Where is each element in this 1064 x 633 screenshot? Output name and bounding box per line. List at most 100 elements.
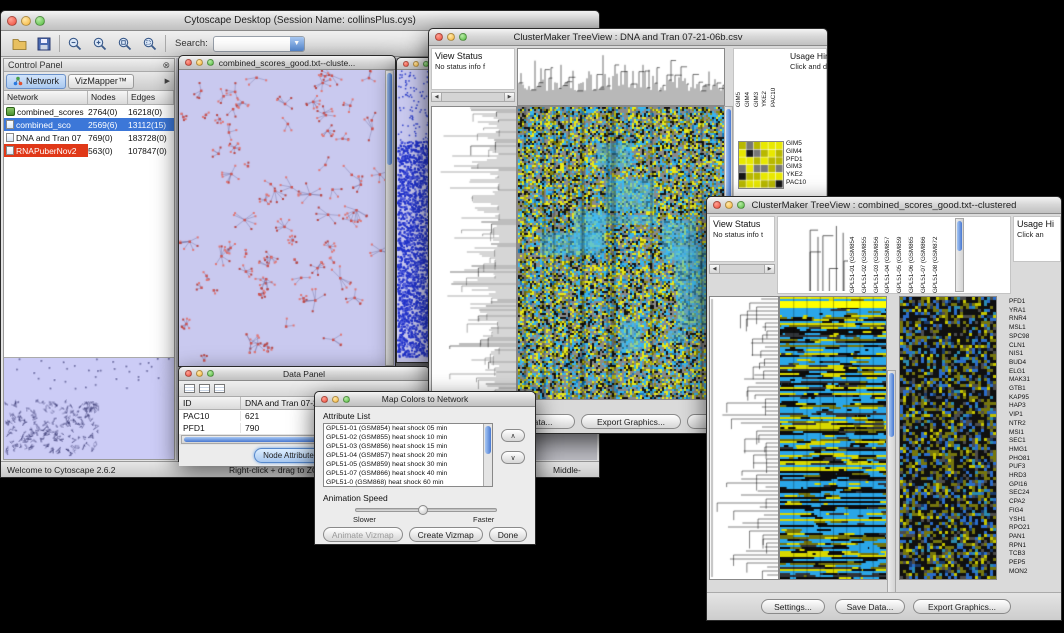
close-panel-icon[interactable]: ⊗	[162, 61, 170, 70]
export-graphics-button[interactable]: Export Graphics...	[581, 414, 681, 429]
zoom-button[interactable]	[207, 59, 214, 66]
gene-label[interactable]: PEP5	[1009, 559, 1061, 568]
column-dendrogram[interactable]	[782, 223, 848, 291]
gene-label[interactable]: GPI16	[1009, 481, 1061, 490]
zoom-button[interactable]	[459, 33, 467, 41]
minimize-button[interactable]	[332, 396, 339, 403]
dropdown-arrow-icon[interactable]: ▼	[290, 37, 304, 51]
close-button[interactable]	[403, 61, 409, 67]
network-graph[interactable]	[179, 70, 385, 366]
gene-label[interactable]: PHO81	[1009, 455, 1061, 464]
attribute-item[interactable]: GPL51-04 (GSM857) heat shock 20 min	[326, 451, 483, 460]
zoom-button[interactable]	[737, 201, 745, 209]
minimize-button[interactable]	[21, 16, 31, 26]
attribute-item[interactable]: GPL51-05 (GSM859) heat shock 30 min	[326, 460, 483, 469]
gene-label[interactable]: CPA2	[1009, 498, 1061, 507]
scroll-right-icon[interactable]: ▶	[504, 93, 514, 101]
minimize-button[interactable]	[447, 33, 455, 41]
secondary-heatmap[interactable]	[899, 296, 997, 580]
titlebar[interactable]: combined_scores_good.txt--cluste...	[179, 56, 395, 70]
animation-speed-slider[interactable]	[355, 508, 497, 512]
move-down-button[interactable]: ∨	[501, 451, 525, 464]
gene-label[interactable]: KAP95	[1009, 394, 1061, 403]
zoom-button[interactable]	[35, 16, 45, 26]
gene-label[interactable]: CLN1	[1009, 342, 1061, 351]
gene-label[interactable]: BUD4	[1009, 359, 1061, 368]
attribute-item[interactable]: GPL51-0 (GSM868) heat shock 60 min	[326, 478, 483, 486]
network-overview-thumbnail[interactable]	[4, 357, 174, 459]
gene-label[interactable]: HMG1	[1009, 446, 1061, 455]
minimize-button[interactable]	[196, 59, 203, 66]
column-scrollbar[interactable]	[955, 218, 964, 292]
network-row[interactable]: DNA and Tran 07 769(0) 183728(0)	[4, 131, 174, 144]
gene-label[interactable]: YRA1	[1009, 307, 1061, 316]
vertical-scrollbar[interactable]	[385, 70, 394, 366]
open-file-icon[interactable]	[9, 34, 29, 54]
network-row[interactable]: combined_sco 2569(6) 13112(15)	[4, 118, 174, 131]
close-button[interactable]	[185, 59, 192, 66]
gene-label[interactable]: YSH1	[1009, 516, 1061, 525]
gene-label[interactable]: SEC1	[1009, 437, 1061, 446]
dendrogram-nav-scrollbar[interactable]: ◀ ▶	[709, 264, 775, 274]
move-up-button[interactable]: ∧	[501, 429, 525, 442]
save-data-button[interactable]: Save Data...	[835, 599, 905, 614]
header-edges[interactable]: Edges	[128, 91, 174, 104]
gene-label[interactable]: NTR2	[1009, 420, 1061, 429]
gene-label[interactable]: PFD1	[1009, 298, 1061, 307]
gene-label[interactable]: HRD3	[1009, 472, 1061, 481]
gene-label[interactable]: MAK31	[1009, 376, 1061, 385]
attribute-item[interactable]: GPL51-01 (GSM854) heat shock 05 min	[326, 424, 483, 433]
dialog-button[interactable]: Create Vizmap	[409, 527, 483, 542]
gene-label[interactable]: MON2	[1009, 568, 1061, 577]
gene-label[interactable]: TCB3	[1009, 550, 1061, 559]
gene-label[interactable]: NIS1	[1009, 350, 1061, 359]
gene-label[interactable]: GTB1	[1009, 385, 1061, 394]
close-button[interactable]	[435, 33, 443, 41]
heatmap-scrollbar[interactable]	[887, 370, 896, 620]
slider-thumb[interactable]	[418, 505, 428, 515]
gene-label[interactable]: HAP3	[1009, 402, 1061, 411]
gene-label[interactable]: FIG4	[1009, 507, 1061, 516]
tab-network[interactable]: Network	[6, 74, 66, 89]
scroll-left-icon[interactable]: ◀	[710, 265, 720, 273]
zoom-out-icon[interactable]	[65, 34, 85, 54]
zoom-button[interactable]	[343, 396, 350, 403]
tab-overflow-arrow-icon[interactable]: ▶	[165, 77, 172, 85]
close-button[interactable]	[713, 201, 721, 209]
zoom-button[interactable]	[207, 370, 214, 377]
header-nodes[interactable]: Nodes	[88, 91, 128, 104]
network-row[interactable]: combined_scores 2764(0) 16218(0)	[4, 105, 174, 118]
list-scrollbar[interactable]	[483, 424, 492, 486]
gene-label[interactable]: MSL1	[1009, 324, 1061, 333]
minimize-button[interactable]	[196, 370, 203, 377]
gene-label[interactable]: RNR4	[1009, 315, 1061, 324]
dialog-button[interactable]: Done	[489, 527, 527, 542]
gene-label[interactable]: SEC24	[1009, 489, 1061, 498]
settings-button[interactable]: Settings...	[761, 599, 825, 614]
scroll-right-icon[interactable]: ▶	[764, 265, 774, 273]
minimize-button[interactable]	[725, 201, 733, 209]
column-dendrogram[interactable]	[517, 48, 725, 106]
titlebar[interactable]: ClusterMaker TreeView : combined_scores_…	[707, 197, 1061, 214]
select-attributes-icon[interactable]	[184, 384, 195, 393]
correlation-matrix[interactable]	[738, 141, 784, 189]
tab-vizmapper[interactable]: VizMapper™	[68, 74, 134, 89]
row-dendrogram[interactable]	[431, 106, 517, 400]
export-graphics-button[interactable]: Export Graphics...	[913, 599, 1011, 614]
close-button[interactable]	[321, 396, 328, 403]
gene-label[interactable]: MSI1	[1009, 429, 1061, 438]
zoom-in-icon[interactable]	[90, 34, 110, 54]
gene-label[interactable]: RPN1	[1009, 542, 1061, 551]
scroll-left-icon[interactable]: ◀	[432, 93, 442, 101]
expression-heatmap[interactable]	[779, 296, 887, 580]
create-attribute-icon[interactable]	[199, 384, 210, 393]
gene-label[interactable]: RPO21	[1009, 524, 1061, 533]
header-id[interactable]: ID	[179, 397, 241, 409]
attribute-item[interactable]: GPL51-07 (GSM866) heat shock 40 min	[326, 469, 483, 478]
gene-label[interactable]: VIP1	[1009, 411, 1061, 420]
gene-label[interactable]: ELG1	[1009, 368, 1061, 377]
minimize-button[interactable]	[413, 61, 419, 67]
zoom-selected-icon[interactable]	[140, 34, 160, 54]
titlebar[interactable]: ClusterMaker TreeView : DNA and Tran 07-…	[429, 29, 827, 46]
gene-label[interactable]: PAN1	[1009, 533, 1061, 542]
